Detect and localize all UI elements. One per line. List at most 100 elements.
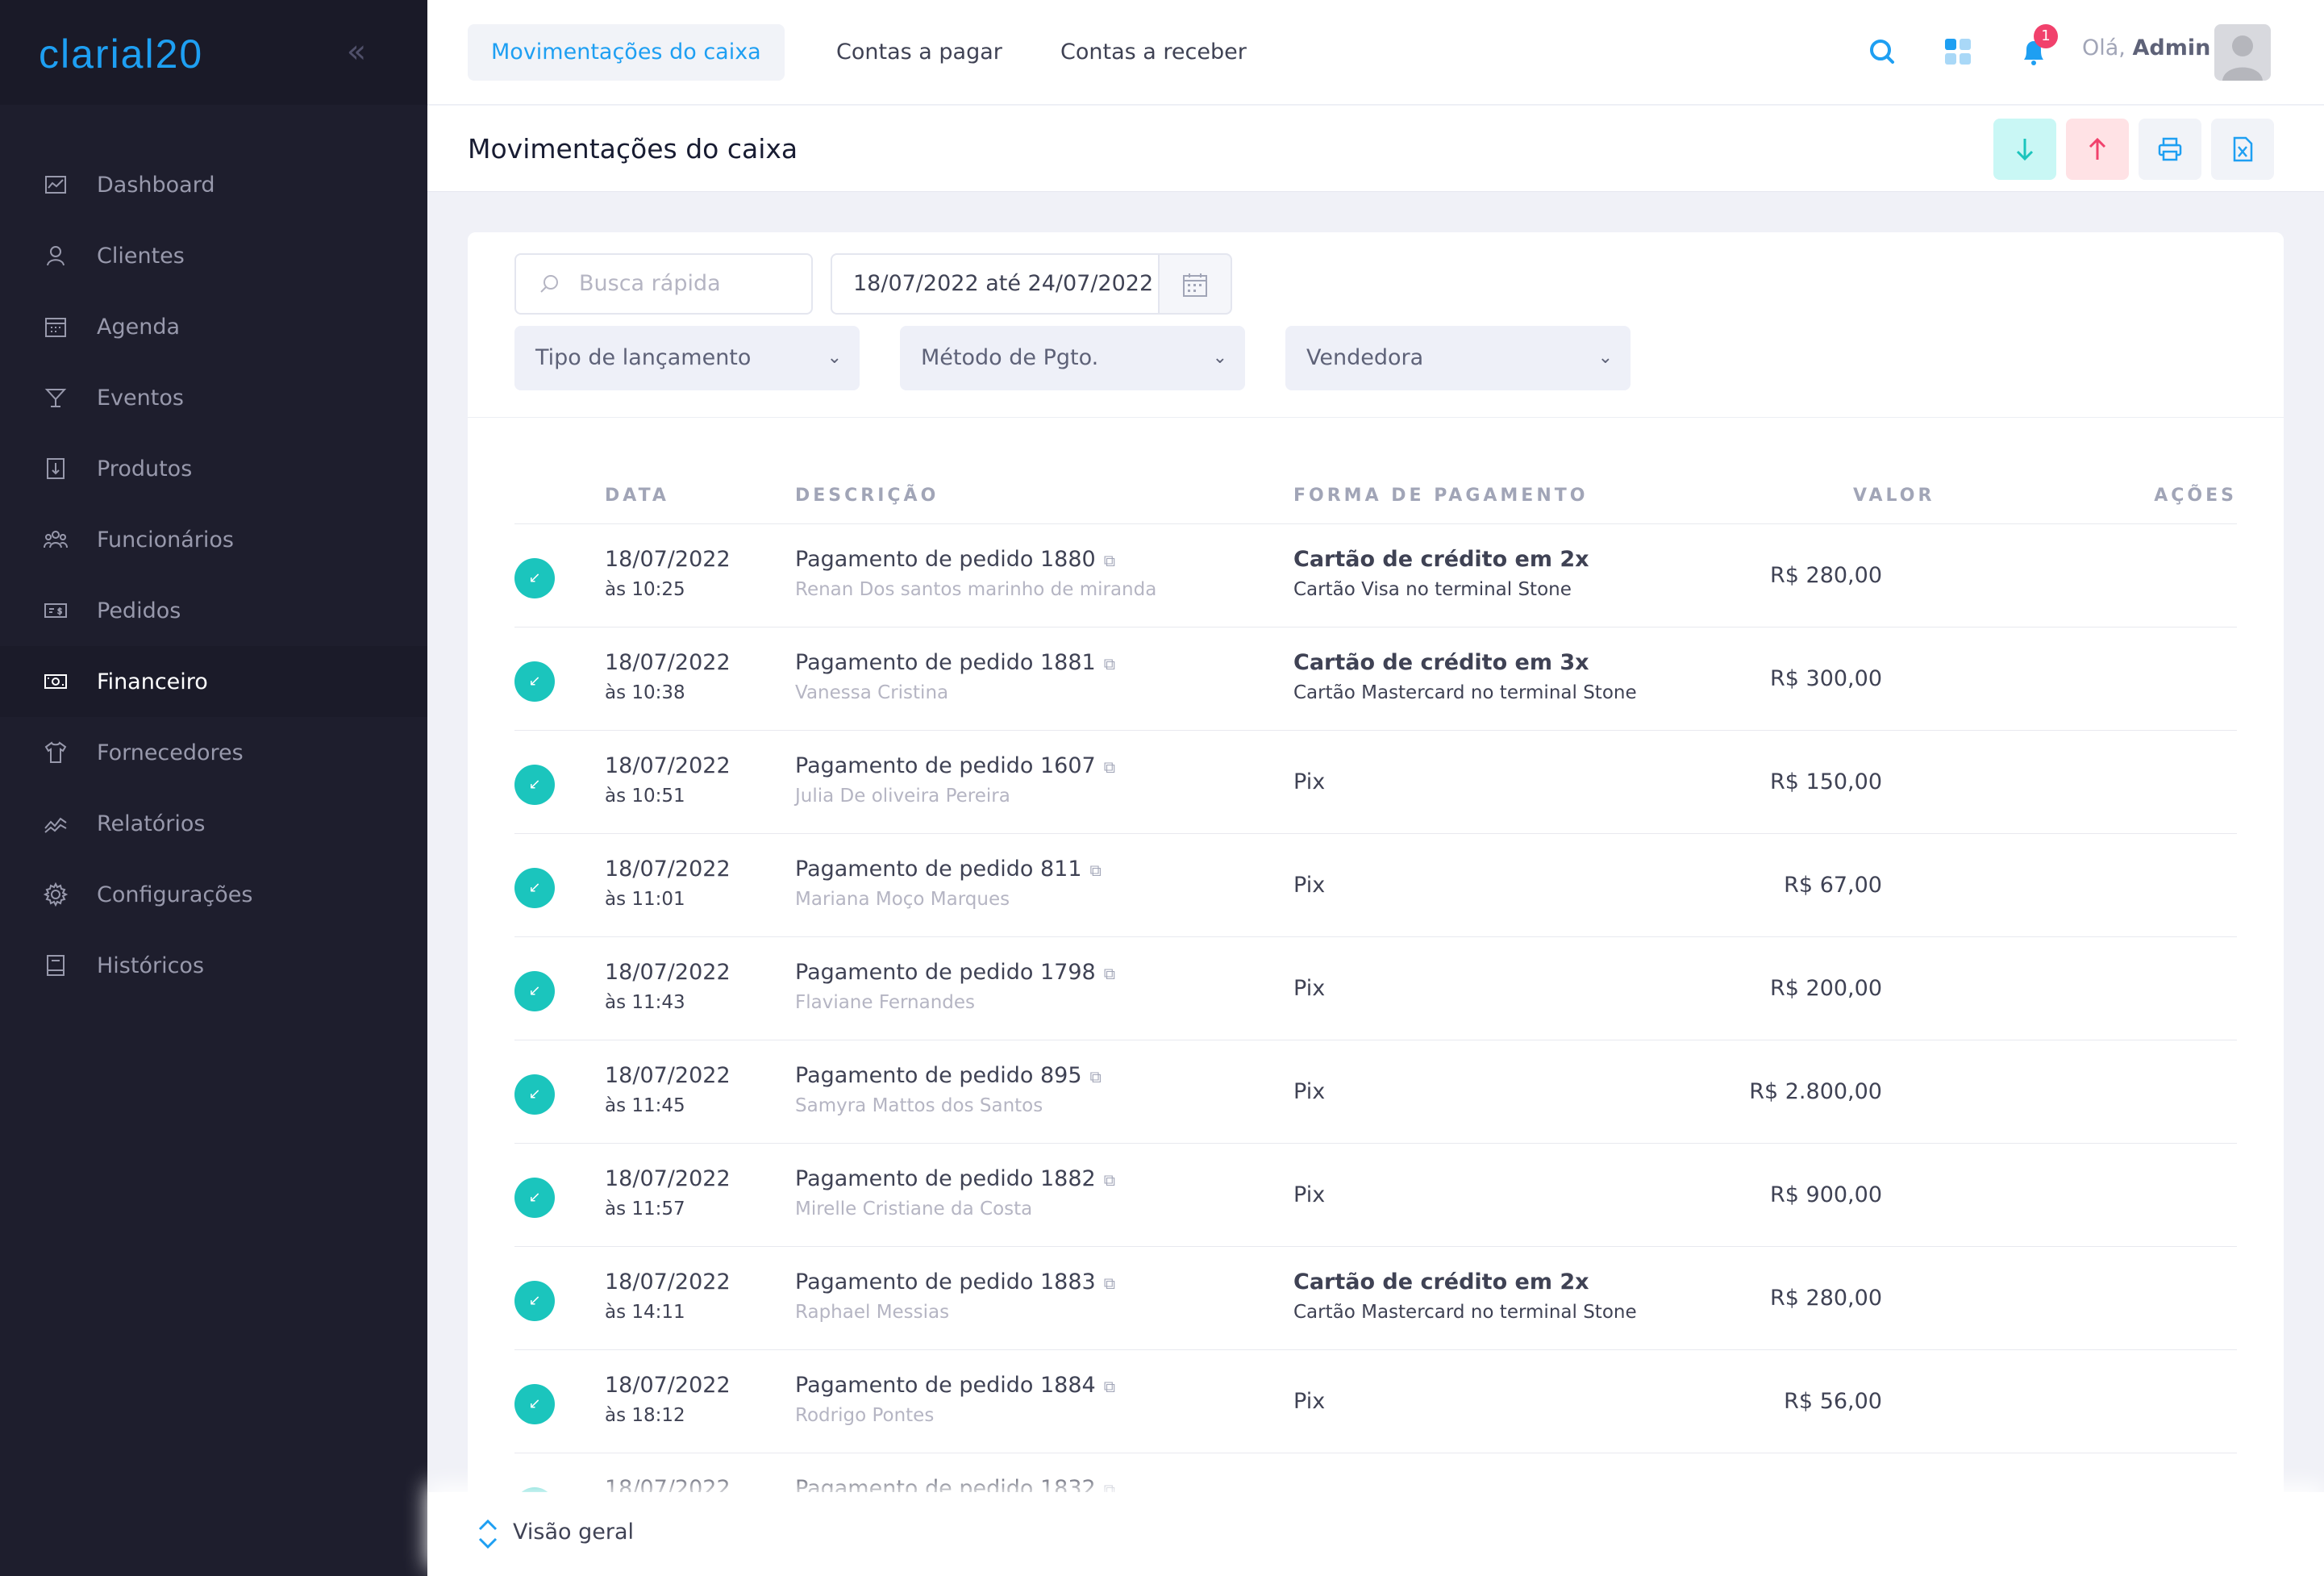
seller-select[interactable]: Vendedora ⌄	[1285, 326, 1631, 390]
order-link[interactable]: Pagamento de pedido 1884	[795, 1373, 1096, 1398]
sidebar-item-label: Eventos	[97, 385, 184, 411]
table-row[interactable]: ↙ 18/07/2022 às 11:01 Pagamento de pedid…	[514, 834, 2237, 937]
tab-contas-receber[interactable]: Contas a receber	[1037, 24, 1270, 81]
order-link[interactable]: Pagamento de pedido 1880	[795, 547, 1096, 572]
table-row[interactable]: ↙ 18/07/2022 às 10:51 Pagamento de pedid…	[514, 731, 2237, 834]
sidebar-item-historicos[interactable]: Históricos	[0, 930, 427, 1001]
income-status-icon: ↙	[514, 1074, 555, 1115]
row-value: R$ 280,00	[1770, 563, 1882, 588]
row-value: R$ 67,00	[1784, 873, 1882, 898]
payment-method-value: Método de Pgto.	[921, 345, 1099, 370]
brand-logo[interactable]: clarial20	[39, 31, 203, 77]
sidebar-item-funcionarios[interactable]: Funcionários	[0, 504, 427, 575]
seller-value: Vendedora	[1306, 345, 1424, 370]
sidebar-item-clientes[interactable]: Clientes	[0, 220, 427, 291]
order-link[interactable]: Pagamento de pedido 1883	[795, 1270, 1096, 1295]
table-row[interactable]: ↙ 18/07/2022 às 10:38 Pagamento de pedid…	[514, 627, 2237, 731]
date-picker-button[interactable]	[1158, 253, 1232, 315]
expense-button[interactable]	[2066, 119, 2129, 180]
money-icon: $	[42, 597, 69, 624]
sidebar-item-financeiro[interactable]: Financeiro	[0, 646, 427, 717]
payment-method-select[interactable]: Método de Pgto. ⌄	[900, 326, 1245, 390]
row-date: 18/07/2022	[605, 960, 731, 985]
export-excel-button[interactable]	[2211, 119, 2274, 180]
expand-collapse-icon[interactable]	[476, 1516, 500, 1555]
external-link-icon[interactable]: ⧉	[1104, 1170, 1115, 1190]
user-icon	[42, 242, 69, 269]
order-link[interactable]: Pagamento de pedido 811	[795, 857, 1082, 882]
row-time: às 11:01	[605, 889, 685, 910]
row-description: Pagamento de pedido 1880 ⧉	[795, 547, 1115, 572]
tab-contas-pagar[interactable]: Contas a pagar	[813, 24, 1026, 81]
sidebar-item-label: Financeiro	[97, 669, 208, 694]
income-status-icon: ↙	[514, 765, 555, 805]
arrow-up-icon	[2089, 137, 2106, 160]
row-value: R$ 150,00	[1770, 769, 1882, 794]
avatar[interactable]	[2214, 24, 2271, 81]
excel-file-icon	[2233, 136, 2253, 162]
external-link-icon[interactable]: ⧉	[1104, 757, 1115, 777]
external-link-icon[interactable]: ⧉	[1090, 861, 1102, 880]
income-button[interactable]	[1993, 119, 2056, 180]
table-row[interactable]: ↙ 18/07/2022 às 11:57 Pagamento de pedid…	[514, 1144, 2237, 1247]
table-row[interactable]: ↙ 18/07/2022 às 10:25 Pagamento de pedid…	[514, 524, 2237, 627]
order-link[interactable]: Pagamento de pedido 1607	[795, 753, 1096, 778]
bell-icon[interactable]: 1	[2013, 24, 2058, 73]
order-link[interactable]: Pagamento de pedido 1798	[795, 960, 1096, 985]
order-link[interactable]: Pagamento de pedido 895	[795, 1063, 1082, 1088]
overview-label: Visão geral	[513, 1520, 634, 1545]
row-description: Pagamento de pedido 1881 ⧉	[795, 650, 1115, 675]
arrow-down-icon	[2016, 139, 2034, 161]
tab-movimentacoes[interactable]: Movimentações do caixa	[468, 24, 785, 81]
greeting-text: Olá,	[2082, 35, 2126, 60]
external-link-icon[interactable]: ⧉	[1104, 1274, 1115, 1293]
row-description: Pagamento de pedido 1607 ⧉	[795, 753, 1115, 778]
table-row[interactable]: ↙ 18/07/2022 às 11:45 Pagamento de pedid…	[514, 1040, 2237, 1144]
income-status-icon: ↙	[514, 868, 555, 908]
order-link[interactable]: Pagamento de pedido 1882	[795, 1166, 1096, 1191]
column-header-date[interactable]: DATA	[605, 486, 669, 506]
table-row[interactable]: ↙ 18/07/2022 às 14:11 Pagamento de pedid…	[514, 1247, 2237, 1350]
table-row[interactable]: ↙ 18/07/2022 às 11:43 Pagamento de pedid…	[514, 937, 2237, 1040]
sidebar-item-pedidos[interactable]: $ Pedidos	[0, 575, 427, 646]
row-time: às 11:57	[605, 1199, 685, 1220]
sidebar-item-dashboard[interactable]: Dashboard	[0, 149, 427, 220]
page-header: Movimentações do caixa	[427, 106, 2324, 192]
print-button[interactable]	[2139, 119, 2201, 180]
sidebar-item-fornecedores[interactable]: Fornecedores	[0, 717, 427, 788]
row-client: Raphael Messias	[795, 1302, 950, 1323]
column-header-payment[interactable]: FORMA DE PAGAMENTO	[1293, 486, 1588, 506]
sidebar-item-agenda[interactable]: Agenda	[0, 291, 427, 362]
search-icon[interactable]	[1861, 31, 1903, 73]
date-range-input[interactable]: 18/07/2022 até 24/07/2022	[831, 253, 1160, 315]
external-link-icon[interactable]: ⧉	[1104, 964, 1115, 983]
search-input[interactable]: Busca rápida	[514, 253, 813, 315]
sidebar-item-label: Produtos	[97, 456, 193, 482]
sidebar-item-configuracoes[interactable]: Configurações	[0, 859, 427, 930]
external-link-icon[interactable]: ⧉	[1104, 1377, 1115, 1396]
sidebar-item-eventos[interactable]: Eventos	[0, 362, 427, 433]
row-date: 18/07/2022	[605, 547, 731, 572]
table-row[interactable]: ↙ 18/07/2022 às 18:12 Pagamento de pedid…	[514, 1350, 2237, 1453]
external-link-icon[interactable]: ⧉	[1104, 551, 1115, 570]
column-header-value[interactable]: VALOR	[1853, 486, 1935, 506]
external-link-icon[interactable]: ⧉	[1104, 654, 1115, 673]
calendar-icon	[1183, 273, 1207, 297]
sidebar-item-produtos[interactable]: Produtos	[0, 433, 427, 504]
income-status-icon: ↙	[514, 558, 555, 598]
topbar: Movimentações do caixa Contas a pagar Co…	[427, 0, 2324, 105]
row-time: às 10:25	[605, 579, 685, 600]
overview-bar[interactable]: Visão geral	[427, 1492, 2324, 1576]
collapse-sidebar-icon[interactable]: «	[337, 32, 376, 71]
book-icon	[42, 952, 69, 979]
external-link-icon[interactable]: ⧉	[1090, 1067, 1102, 1086]
sidebar-item-relatorios[interactable]: Relatórios	[0, 788, 427, 859]
column-header-description[interactable]: DESCRIÇÃO	[795, 486, 939, 506]
row-date: 18/07/2022	[605, 1270, 731, 1295]
apps-grid-icon[interactable]	[1937, 31, 1979, 73]
launch-type-select[interactable]: Tipo de lançamento ⌄	[514, 326, 860, 390]
order-link[interactable]: Pagamento de pedido 1881	[795, 650, 1096, 675]
row-client: Mirelle Cristiane da Costa	[795, 1199, 1033, 1220]
gear-icon	[42, 881, 69, 908]
row-value: R$ 2.800,00	[1749, 1079, 1882, 1104]
